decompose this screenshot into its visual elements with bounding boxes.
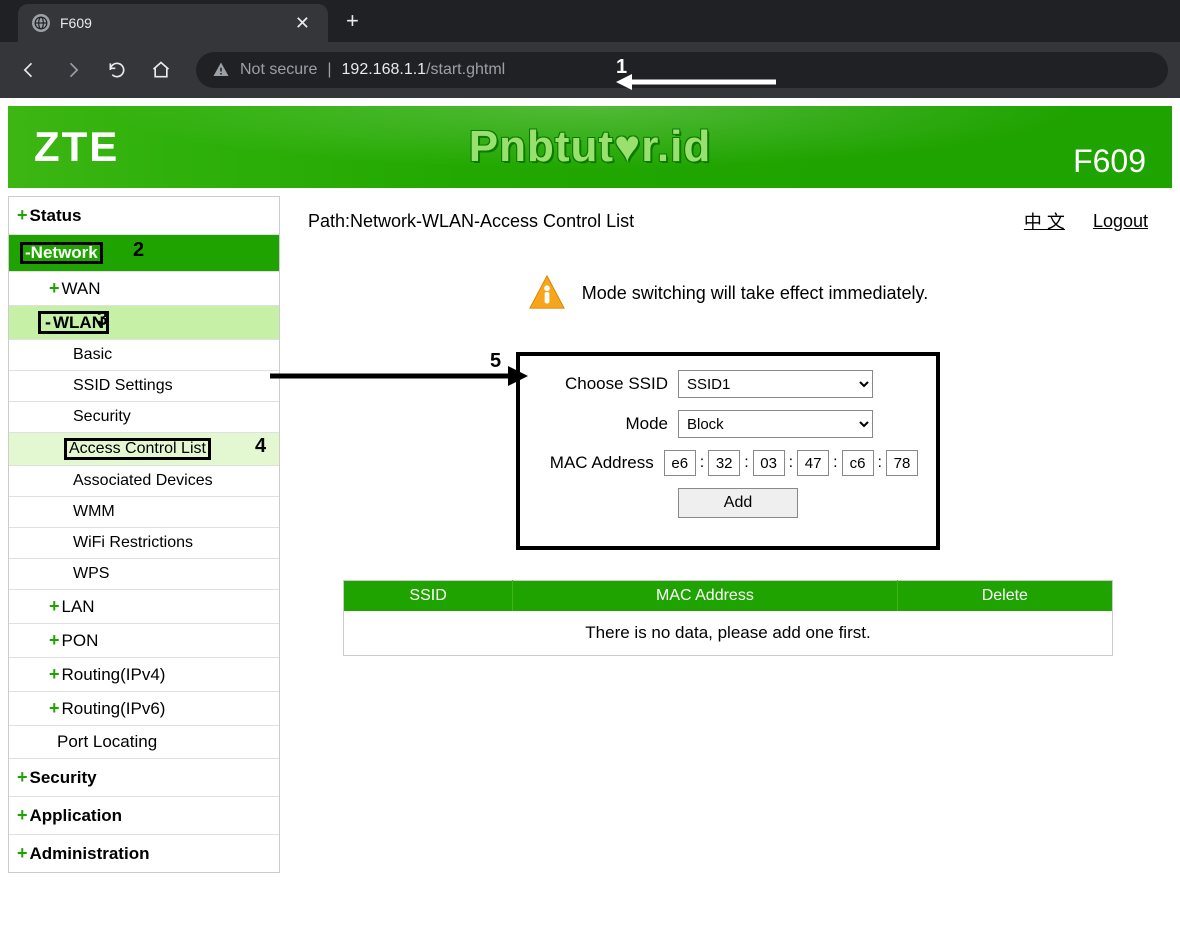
mac-octet-6[interactable] bbox=[886, 450, 918, 476]
model-label: F609 bbox=[1073, 143, 1146, 188]
annotation-arrow-5 bbox=[270, 364, 530, 388]
sidebar-item-wps[interactable]: WPS bbox=[9, 559, 279, 590]
not-secure-label: Not secure bbox=[240, 61, 317, 79]
annotation-5: 5 bbox=[490, 350, 501, 373]
tab-title: F609 bbox=[60, 15, 291, 31]
sidebar-item-assoc[interactable]: Associated Devices bbox=[9, 466, 279, 497]
mac-label: MAC Address bbox=[538, 453, 654, 473]
info-icon bbox=[528, 274, 566, 312]
empty-row: There is no data, please add one first. bbox=[344, 611, 1113, 656]
warning-icon bbox=[212, 61, 230, 79]
annotation-2: 2 bbox=[133, 239, 144, 262]
add-button[interactable]: Add bbox=[678, 488, 798, 518]
globe-icon bbox=[32, 14, 50, 32]
mac-octet-2[interactable] bbox=[708, 450, 740, 476]
sidebar-item-lan[interactable]: +LAN bbox=[9, 590, 279, 624]
main-layout: +Status -Network 2 +WAN -WLAN 3 Basic SS… bbox=[8, 196, 1172, 873]
sidebar-item-administration[interactable]: +Administration bbox=[9, 835, 279, 872]
language-link[interactable]: 中 文 bbox=[1024, 208, 1065, 234]
reload-button[interactable] bbox=[100, 53, 134, 87]
sidebar-item-wmm[interactable]: WMM bbox=[9, 497, 279, 528]
browser-tab[interactable]: F609 ✕ bbox=[18, 4, 328, 42]
mac-octet-4[interactable] bbox=[797, 450, 829, 476]
tab-bar: F609 ✕ + bbox=[0, 0, 1180, 42]
sidebar-item-acl[interactable]: Access Control List 4 bbox=[9, 433, 279, 466]
sidebar-item-pon[interactable]: +PON bbox=[9, 624, 279, 658]
annotation-4: 4 bbox=[255, 435, 266, 458]
brand-logo: ZTE bbox=[34, 123, 119, 171]
back-button[interactable] bbox=[12, 53, 46, 87]
ssid-select[interactable]: SSID1 bbox=[678, 370, 873, 398]
sidebar-item-basic[interactable]: Basic bbox=[9, 340, 279, 371]
acl-form: Choose SSID SSID1 Mode Block MAC Address… bbox=[516, 352, 940, 550]
sidebar-item-security-cat[interactable]: +Security bbox=[9, 759, 279, 797]
sidebar-item-routing-ipv4[interactable]: +Routing(IPv4) bbox=[9, 658, 279, 692]
watermark-text: Pnbtut♥r.id bbox=[469, 122, 711, 172]
acl-table: SSID MAC Address Delete There is no data… bbox=[343, 580, 1113, 656]
sidebar-item-wifi-restrictions[interactable]: WiFi Restrictions bbox=[9, 528, 279, 559]
url-text: 192.168.1.1/start.ghtml bbox=[342, 61, 506, 79]
new-tab-button[interactable]: + bbox=[346, 8, 359, 34]
address-bar[interactable]: Not secure | 192.168.1.1/start.ghtml bbox=[196, 52, 1168, 88]
close-icon[interactable]: ✕ bbox=[291, 11, 314, 36]
sidebar-item-status[interactable]: +Status bbox=[9, 197, 279, 235]
sidebar-item-application[interactable]: +Application bbox=[9, 797, 279, 835]
sidebar-item-security[interactable]: Security bbox=[9, 402, 279, 433]
notice-text: Mode switching will take effect immediat… bbox=[582, 283, 928, 304]
col-mac: MAC Address bbox=[513, 581, 898, 612]
sidebar-item-ssid-settings[interactable]: SSID Settings bbox=[9, 371, 279, 402]
forward-button[interactable] bbox=[56, 53, 90, 87]
mac-inputs: : : : : : bbox=[664, 450, 918, 476]
col-delete: Delete bbox=[897, 581, 1112, 612]
sidebar-item-port-locating[interactable]: Port Locating bbox=[9, 726, 279, 759]
nav-bar: Not secure | 192.168.1.1/start.ghtml bbox=[0, 42, 1180, 98]
sidebar-item-network[interactable]: -Network 2 bbox=[9, 235, 279, 272]
sidebar-item-wlan[interactable]: -WLAN 3 bbox=[9, 306, 279, 340]
ssid-label: Choose SSID bbox=[538, 374, 668, 394]
content-pane: Path:Network-WLAN-Access Control List 中 … bbox=[280, 196, 1172, 873]
mac-octet-5[interactable] bbox=[842, 450, 874, 476]
page-body: ZTE Pnbtut♥r.id F609 +Status -Network 2 … bbox=[0, 98, 1180, 881]
mac-octet-3[interactable] bbox=[753, 450, 785, 476]
header-banner: ZTE Pnbtut♥r.id F609 bbox=[8, 106, 1172, 188]
mode-label: Mode bbox=[538, 414, 668, 434]
breadcrumb-row: Path:Network-WLAN-Access Control List 中 … bbox=[308, 204, 1148, 244]
mode-select[interactable]: Block bbox=[678, 410, 873, 438]
info-notice: Mode switching will take effect immediat… bbox=[308, 274, 1148, 312]
browser-chrome: F609 ✕ + Not secure | 192.168.1.1/start.… bbox=[0, 0, 1180, 98]
mac-octet-1[interactable] bbox=[664, 450, 696, 476]
sidebar: +Status -Network 2 +WAN -WLAN 3 Basic SS… bbox=[8, 196, 280, 873]
col-ssid: SSID bbox=[344, 581, 513, 612]
home-button[interactable] bbox=[144, 53, 178, 87]
logout-link[interactable]: Logout bbox=[1093, 211, 1148, 232]
breadcrumb: Path:Network-WLAN-Access Control List bbox=[308, 211, 996, 232]
sidebar-item-routing-ipv6[interactable]: +Routing(IPv6) bbox=[9, 692, 279, 726]
sidebar-item-wan[interactable]: +WAN bbox=[9, 272, 279, 306]
